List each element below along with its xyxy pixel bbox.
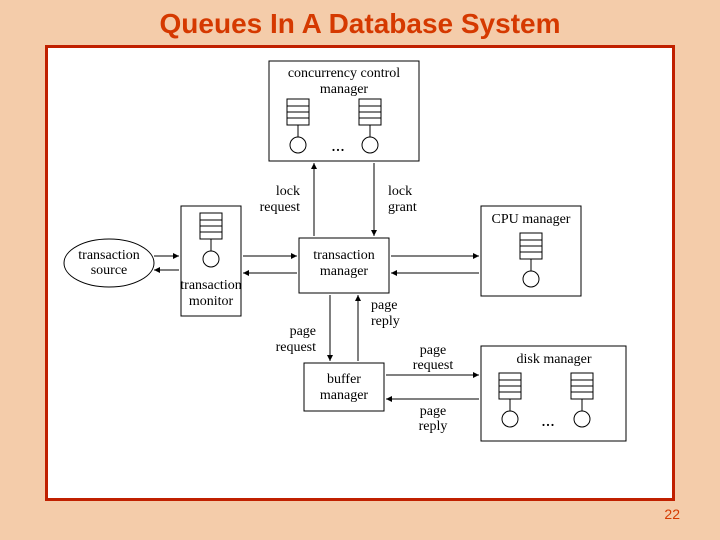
svg-text:reply: reply <box>371 314 400 329</box>
page-number: 22 <box>664 506 680 522</box>
svg-text:monitor: monitor <box>189 294 234 309</box>
box-concurrency-control: concurrency control manager ... <box>269 61 419 161</box>
svg-text:transaction: transaction <box>78 248 139 263</box>
svg-text:reply: reply <box>419 419 448 434</box>
label-page-request: page <box>290 324 316 339</box>
svg-text:buffer: buffer <box>327 372 361 387</box>
svg-text:request: request <box>260 200 301 215</box>
svg-text:...: ... <box>541 410 555 430</box>
svg-text:disk manager: disk manager <box>516 352 591 367</box>
svg-text:request: request <box>413 358 454 373</box>
box-transaction-manager: transaction manager <box>299 238 389 293</box>
svg-text:manager: manager <box>320 388 369 403</box>
slide: Queues In A Database System concurrency … <box>0 0 720 540</box>
svg-text:...: ... <box>331 135 345 155</box>
svg-text:manager: manager <box>320 82 369 97</box>
box-buffer-manager: buffer manager <box>304 363 384 411</box>
svg-text:manager: manager <box>320 264 369 279</box>
label-page-reply: page <box>371 298 397 313</box>
svg-text:concurrency control: concurrency control <box>288 66 400 81</box>
svg-text:grant: grant <box>388 200 417 215</box>
label-lock-grant: lock <box>388 184 412 199</box>
svg-text:transaction: transaction <box>313 248 374 263</box>
label-page-reply-disk: page <box>420 404 446 419</box>
label-page-request-disk: page <box>420 343 446 358</box>
box-disk-manager: disk manager ... <box>481 346 626 441</box>
diagram-canvas: concurrency control manager ... lock req… <box>51 51 669 495</box>
svg-text:source: source <box>91 263 128 278</box>
label-lock-request: lock <box>276 184 300 199</box>
box-transaction-monitor: transaction monitor <box>180 206 241 316</box>
svg-text:request: request <box>276 340 317 355</box>
slide-title: Queues In A Database System <box>0 8 720 40</box>
box-cpu-manager: CPU manager <box>481 206 581 296</box>
svg-text:transaction: transaction <box>180 278 241 293</box>
ellipse-transaction-source: transaction source <box>64 239 154 287</box>
svg-text:CPU manager: CPU manager <box>492 212 571 227</box>
